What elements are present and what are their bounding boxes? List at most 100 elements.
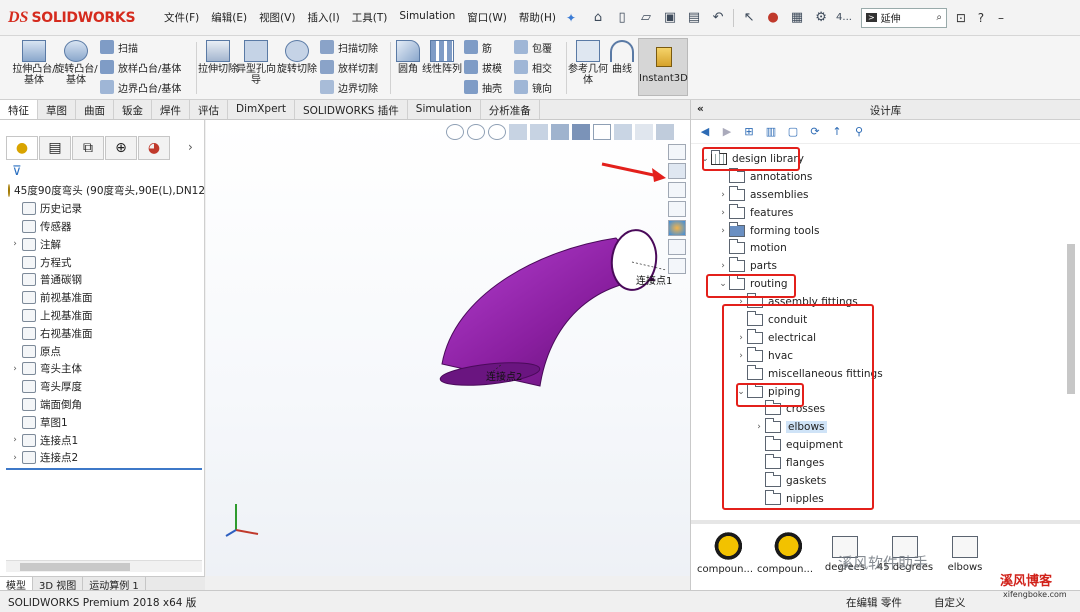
up-one-level-icon[interactable]: ↑ [829,124,845,140]
feature-manager-tab-icon[interactable]: ● [6,136,38,160]
tab-features[interactable]: 特征 [0,100,38,119]
options-gear-icon[interactable]: ⚙ [812,9,830,27]
scrollbar-thumb[interactable] [1067,244,1075,394]
tree-item[interactable]: › 连接点2 [0,449,205,467]
pin-icon[interactable]: ✦ [566,11,576,25]
library-tree-item[interactable]: › forming tools [691,221,1061,240]
refresh-icon[interactable]: ⟳ [807,124,823,140]
tree-item[interactable]: 原点 [0,342,205,360]
menu-help[interactable]: 帮助(H) [513,10,562,25]
scrollbar-thumb[interactable] [20,563,130,571]
tree-item[interactable]: 传感器 [0,218,205,236]
panel-more-chevron-icon[interactable]: › [188,140,193,154]
shell-button[interactable]: 抽壳 [464,78,502,96]
rib-button[interactable]: 筋 [464,38,492,56]
tab-solidworks-addins[interactable]: SOLIDWORKS 插件 [295,100,408,119]
select-cursor-icon[interactable]: ↖ [740,9,758,27]
tree-expander-icon[interactable]: › [717,226,729,236]
tab-simulation[interactable]: Simulation [408,100,481,119]
graphics-area[interactable]: 连接点1 连接点2 [206,120,690,576]
tab-model[interactable]: 模型 [0,577,33,592]
preview-item[interactable]: compoun... [755,532,815,575]
tree-item[interactable]: 草图1 [0,413,205,431]
tab-sheet-metal[interactable]: 钣金 [114,100,152,119]
minimize-icon[interactable]: – [991,11,1011,25]
dimxpert-manager-tab-icon[interactable]: ⊕ [105,136,137,160]
tree-item[interactable]: 方程式 [0,253,205,271]
menu-insert[interactable]: 插入(I) [301,10,345,25]
tab-3d-views[interactable]: 3D 视图 [33,577,84,592]
tree-item[interactable]: 弯头厚度 [0,378,205,396]
back-arrow-icon[interactable]: ◀ [697,124,713,140]
open-icon[interactable]: ▱ [637,9,655,27]
create-new-folder-icon[interactable]: ▢ [785,124,801,140]
tree-expander-icon[interactable]: › [8,453,22,463]
boundary-cut-button[interactable]: 边界切除 [320,78,378,96]
add-to-library-icon[interactable]: ⊞ [741,124,757,140]
menu-tools[interactable]: 工具(T) [346,10,394,25]
tree-expander-icon[interactable]: › [8,435,22,445]
library-tree-item[interactable]: › assemblies [691,185,1061,204]
options-icon[interactable]: ⚲ [851,124,867,140]
tree-item[interactable]: › 连接点1 [0,431,205,449]
intersect-button[interactable]: 相交 [514,58,552,76]
pane-splitter[interactable] [691,520,1080,524]
wrap-button[interactable]: 包覆 [514,38,552,56]
menu-edit[interactable]: 编辑(E) [205,10,253,25]
mirror-button[interactable]: 镜向 [514,78,552,96]
linear-pattern-button[interactable]: 线性阵列 [420,40,464,75]
tree-item[interactable]: 右视基准面 [0,324,205,342]
tree-item[interactable]: 历史记录 [0,200,205,218]
tab-motion-study[interactable]: 运动算例 1 [83,577,146,592]
home-icon[interactable]: ⌂ [589,9,607,27]
lofted-cut-button[interactable]: 放样切割 [320,58,378,76]
design-library-scrollbar[interactable] [1066,150,1076,510]
search-icon[interactable]: ⌕ [936,12,942,23]
undo-icon[interactable]: ↶ [709,9,727,27]
tree-expander-icon[interactable]: › [717,190,729,200]
tab-surfaces[interactable]: 曲面 [76,100,114,119]
library-tree-item[interactable]: › features [691,203,1061,222]
unit-system-selector[interactable]: 自定义 [934,595,966,610]
tab-sketch[interactable]: 草图 [38,100,76,119]
tree-root-part[interactable]: 45度90度弯头 (90度弯头,90E(L),DN12 [0,182,205,200]
library-tree-item[interactable]: › parts [691,257,1061,275]
display-manager-tab-icon[interactable]: ◕ [138,136,170,160]
draft-button[interactable]: 拔模 [464,58,502,76]
loft-boss-button[interactable]: 放样凸台/基体 [100,58,181,76]
revolve-cut-button[interactable]: 旋转切除 [275,40,319,75]
tab-analysis-prep[interactable]: 分析准备 [481,100,540,119]
tree-expander-icon[interactable]: › [8,364,22,374]
tree-item[interactable]: 前视基准面 [0,289,205,307]
command-search-input[interactable]: > 延伸 ⌕ [860,7,947,28]
connection-point-label-2[interactable]: 连接点2 [486,368,522,383]
save-icon[interactable]: ▣ [661,9,679,27]
help-icon[interactable]: ? [971,11,991,25]
rollback-bar[interactable] [6,468,202,470]
sweep-button[interactable]: 扫描 [100,38,138,56]
property-manager-tab-icon[interactable]: ▤ [39,136,71,160]
panel-horizontal-scrollbar[interactable] [6,560,202,572]
swept-cut-button[interactable]: 扫描切除 [320,38,378,56]
preview-item[interactable]: compoun... [695,532,755,575]
preview-folder[interactable]: elbows [935,532,995,573]
tree-item[interactable]: 上视基准面 [0,307,205,325]
forward-arrow-icon[interactable]: ▶ [719,124,735,140]
tab-evaluate[interactable]: 评估 [190,100,228,119]
tree-item[interactable]: › 弯头主体 [0,360,205,378]
tree-item[interactable]: 普通碳钢 [0,271,205,289]
tree-expander-icon[interactable]: › [717,208,729,218]
instant3d-button[interactable]: Instant3D [638,38,688,96]
tab-dimxpert[interactable]: DimXpert [228,100,295,119]
user-icon[interactable]: ⊡ [951,11,971,25]
traffic-light-icon[interactable]: ● [764,9,782,27]
extrude-boss-button[interactable]: 拉伸凸台/基体 [12,40,56,86]
tree-item[interactable]: › 注解 [0,235,205,253]
tree-item[interactable]: 端面倒角 [0,396,205,414]
elbow-model-canvas[interactable] [206,120,690,576]
menu-simulation[interactable]: Simulation [393,10,461,25]
library-tree-item[interactable]: motion [691,239,1061,257]
add-file-location-icon[interactable]: ▥ [763,124,779,140]
new-document-icon[interactable]: ▯ [613,9,631,27]
solidworks-logo[interactable]: DS SOLIDWORKS [8,9,148,27]
